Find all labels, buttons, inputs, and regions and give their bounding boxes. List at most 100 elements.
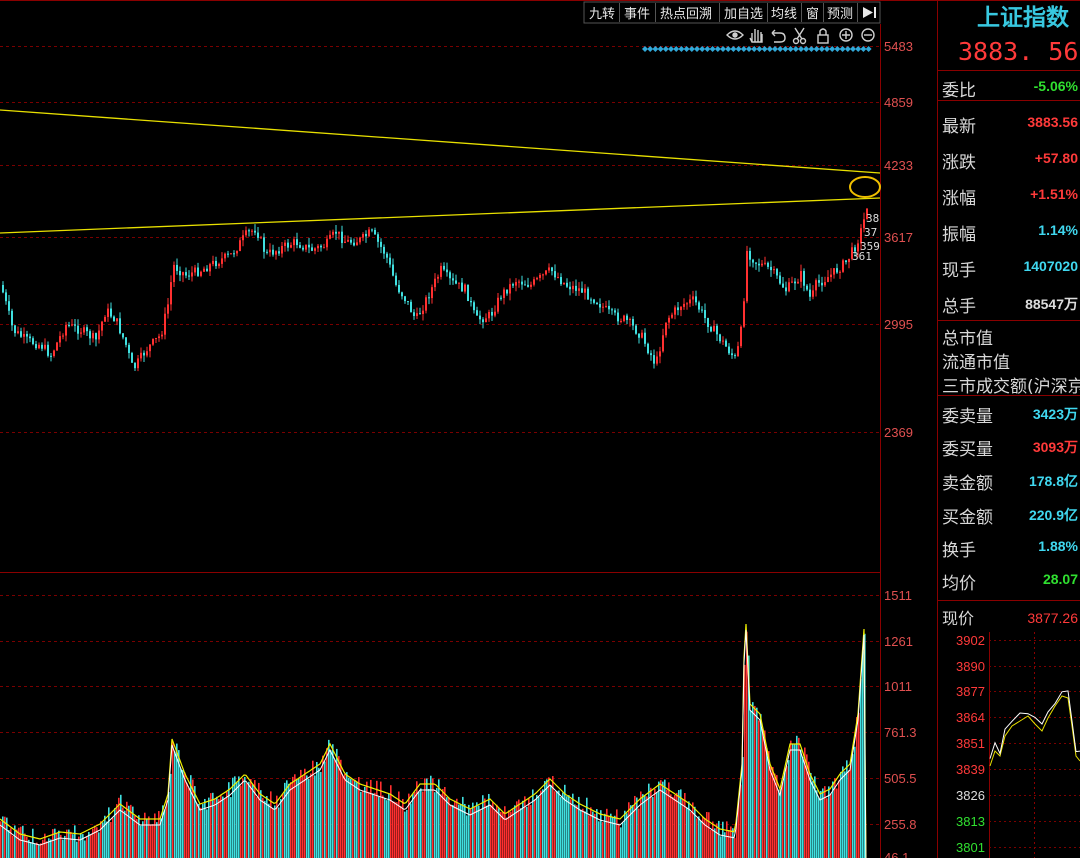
stock-chart-window: 38 37 359 361 5483 4859 4233 3617 2995 2… [0,0,1080,858]
volume-bar [774,773,776,858]
last-price-label: 38 [866,212,879,225]
event-marker[interactable] [730,46,737,52]
event-marker[interactable] [844,46,851,52]
candle-body [14,325,16,334]
volume-bar [380,781,382,858]
volume-bar [350,778,352,858]
volume-bar [490,805,492,858]
volume-bar [560,797,562,858]
volume-bar [40,843,42,858]
volume-bar [728,830,730,858]
candle-body [59,336,61,343]
volume-bar [796,735,798,858]
zoom-out-icon[interactable] [861,28,875,42]
volume-bar [50,839,52,858]
volume-bar [716,823,718,858]
eye-icon[interactable] [726,30,744,40]
lock-icon[interactable] [817,28,829,44]
price-tick-label: 3617 [884,230,913,245]
candle-body [755,262,757,264]
candle-body [371,229,373,231]
event-marker[interactable] [694,46,700,52]
volume-bar [578,796,580,858]
volume-bar [200,807,202,858]
scissors-icon[interactable] [792,27,807,45]
event-marker[interactable] [688,46,695,52]
volume-bar [118,797,120,858]
upper-trendline[interactable] [0,109,881,174]
lower-trendline[interactable] [0,197,881,234]
candle-body [158,336,160,339]
volume-bar [412,793,414,858]
volume-bar [538,796,540,858]
candle-body [779,275,781,284]
candle-body [92,333,94,339]
candle-body [635,325,637,334]
candle-body [266,251,268,253]
volume-bar [700,820,702,858]
event-marker[interactable] [652,46,659,52]
candle-body [191,272,193,277]
volume-bar [82,834,84,858]
candle-body [566,282,568,287]
quote-row-value: +1.51% [1030,186,1078,202]
candle-body [161,334,163,337]
candle-body [344,241,346,243]
forecast-button[interactable]: 预测 [827,7,853,22]
undo-icon[interactable] [771,29,786,43]
candle-body [248,230,250,232]
candle-body [113,316,115,322]
volume-bar [24,833,26,858]
volume-bar [854,746,856,858]
jiuzhuan-button[interactable]: 九转 [589,7,615,22]
volume-bar [756,707,758,858]
zoom-in-icon[interactable] [839,28,853,42]
volume-bar [662,781,664,858]
moving-average-button[interactable]: 均线 [771,7,797,22]
event-marker[interactable] [772,46,778,52]
candle-body [821,282,823,286]
hotspot-review-button[interactable]: 热点回溯 [660,6,712,22]
candle-body [143,352,145,356]
mini-intraday-chart: 现价 3877.26 3902 3890 3877 3864 3851 3839 3826 3… [942,609,1080,858]
volume-bar [828,786,830,858]
event-marker[interactable] [766,46,773,52]
volume-bar [150,824,152,858]
volume-bar [752,702,754,858]
candle-body [437,276,439,279]
candle-body [404,296,406,302]
window-button[interactable]: 窗 [806,6,819,22]
candle-body [302,247,304,250]
candle-body [296,239,298,246]
candle-body [167,304,169,314]
volume-bar [344,773,346,858]
order-row-value: 220.9亿 [1028,507,1078,523]
candle-body [32,338,34,345]
volume-bar [16,829,18,858]
add-watchlist-button[interactable]: 加自选 [724,7,763,22]
candle-body [68,324,70,326]
volume-axis: 1511 1261 1011 761.3 505.5 255.8 46.1 [884,588,917,858]
candle-body [353,242,355,246]
event-marker[interactable] [808,46,815,52]
candle-body [434,278,436,288]
volume-bar [570,799,572,858]
volume-bar [504,806,506,858]
candle-body [260,237,262,239]
order-row: 委卖量 3423万 [940,396,1080,430]
volume-bar [858,712,860,858]
event-marker[interactable] [850,46,856,52]
candle-body [410,301,412,313]
candle-body [215,260,217,267]
hand-icon[interactable] [749,29,763,43]
event-button[interactable]: 事件 [624,7,650,22]
candle-body [593,299,595,303]
candle-body [830,274,832,278]
volume-bar [316,761,318,858]
candle-body [125,337,127,345]
candle-body [380,241,382,247]
candle-body [185,272,187,276]
volume-bar [248,781,250,858]
candle-body [62,335,64,337]
volume-bar [558,790,560,858]
